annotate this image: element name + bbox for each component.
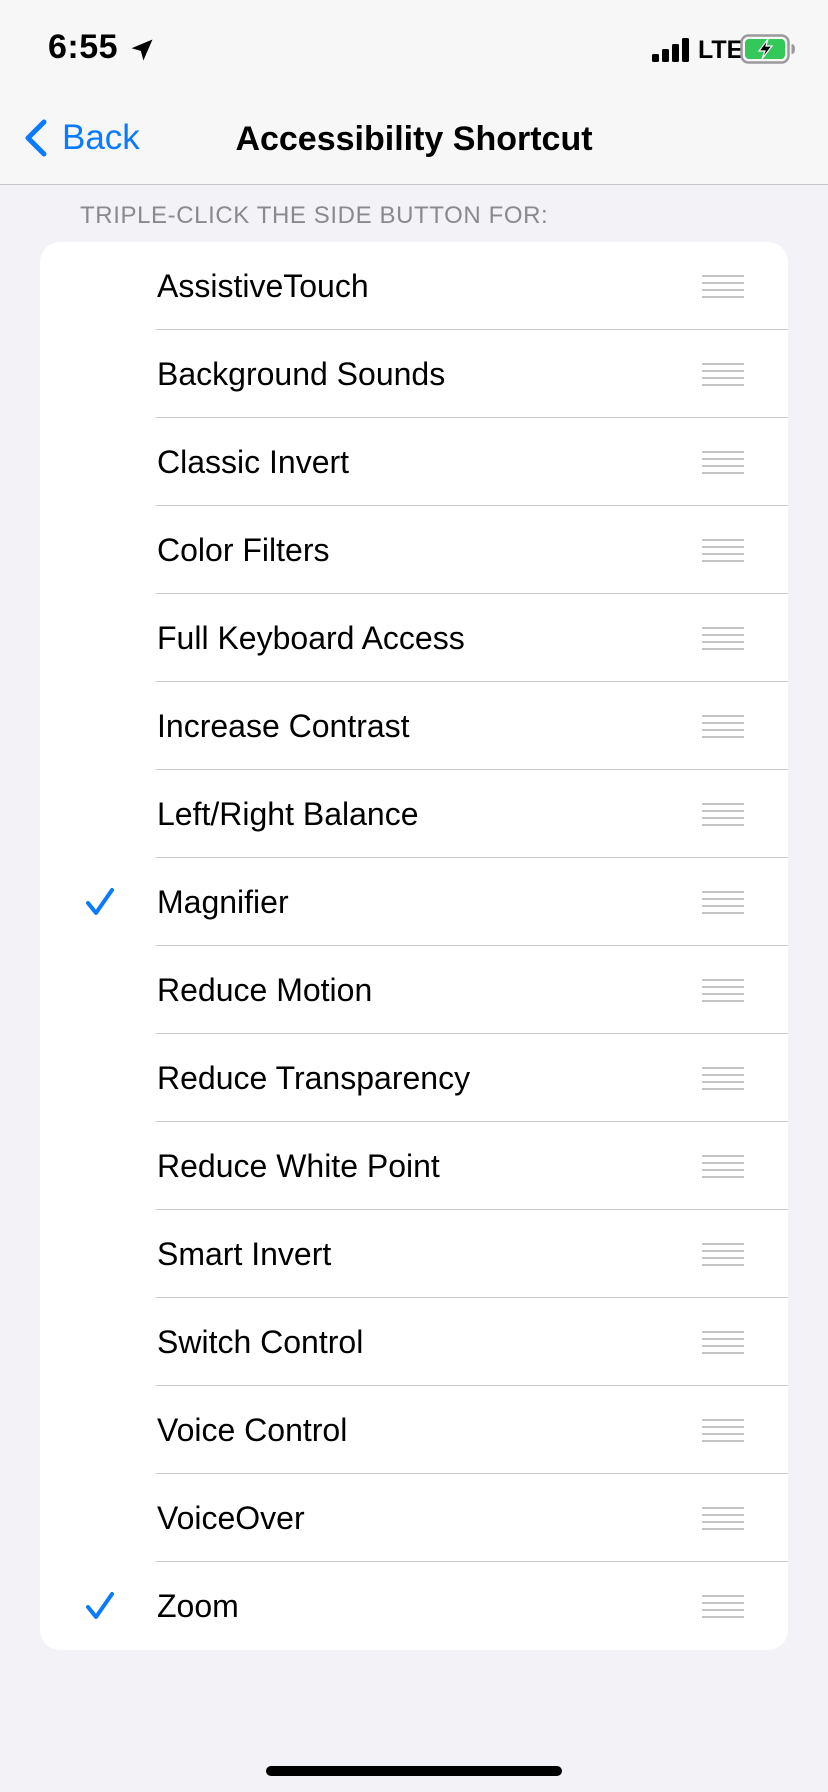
home-indicator[interactable] (266, 1766, 562, 1776)
shortcut-option-label: AssistiveTouch (157, 268, 369, 304)
section-header: TRIPLE-CLICK THE SIDE BUTTON FOR: (80, 202, 549, 229)
shortcut-option-row[interactable]: Voice Control (40, 1386, 788, 1474)
shortcut-option-row[interactable]: Classic Invert (40, 418, 788, 506)
shortcut-option-label: Background Sounds (157, 356, 446, 392)
shortcut-option-label: Increase Contrast (157, 708, 410, 744)
shortcut-option-row[interactable]: Reduce Transparency (40, 1034, 788, 1122)
shortcut-option-label: Classic Invert (157, 444, 350, 480)
drag-handle-icon[interactable] (702, 1418, 744, 1442)
drag-handle-icon[interactable] (702, 1066, 744, 1090)
checkmark-icon (86, 1592, 114, 1619)
shortcut-option-label: Reduce White Point (157, 1148, 440, 1184)
shortcut-option-row[interactable]: Smart Invert (40, 1210, 788, 1298)
battery-charging-icon (740, 34, 795, 64)
shortcut-option-row[interactable]: VoiceOver (40, 1474, 788, 1562)
shortcut-option-row[interactable]: Background Sounds (40, 330, 788, 418)
shortcut-option-row[interactable]: Zoom (40, 1562, 788, 1650)
drag-handle-icon[interactable] (702, 538, 744, 562)
shortcut-option-row[interactable]: Reduce Motion (40, 946, 788, 1034)
drag-handle-icon[interactable] (702, 1594, 744, 1618)
shortcut-option-label: Reduce Motion (157, 972, 373, 1008)
checkmark-icon (86, 888, 114, 915)
shortcut-option-row[interactable]: Switch Control (40, 1298, 788, 1386)
drag-handle-icon[interactable] (702, 626, 744, 650)
shortcut-option-label: Color Filters (157, 532, 330, 568)
status-bar: 6:55 LTE (0, 0, 828, 92)
drag-handle-icon[interactable] (702, 802, 744, 826)
shortcut-option-label: Switch Control (157, 1324, 364, 1360)
drag-handle-icon[interactable] (702, 362, 744, 386)
navigation-bar: Back Accessibility Shortcut (0, 92, 828, 185)
shortcut-option-row[interactable]: Reduce White Point (40, 1122, 788, 1210)
drag-handle-icon[interactable] (702, 890, 744, 914)
shortcut-option-label: Voice Control (157, 1412, 348, 1448)
shortcut-option-label: Reduce Transparency (157, 1060, 471, 1096)
shortcut-option-row[interactable]: AssistiveTouch (40, 242, 788, 330)
drag-handle-icon[interactable] (702, 450, 744, 474)
drag-handle-icon[interactable] (702, 274, 744, 298)
drag-handle-icon[interactable] (702, 978, 744, 1002)
page-title: Accessibility Shortcut (235, 120, 593, 158)
shortcut-option-label: Full Keyboard Access (157, 620, 465, 656)
drag-handle-icon[interactable] (702, 714, 744, 738)
shortcut-options-list: AssistiveTouch Background Sounds Classic I… (40, 242, 788, 1650)
shortcut-option-label: Zoom (157, 1588, 239, 1624)
drag-handle-icon[interactable] (702, 1154, 744, 1178)
drag-handle-icon[interactable] (702, 1330, 744, 1354)
cellular-signal-icon (652, 38, 689, 62)
drag-handle-icon[interactable] (702, 1506, 744, 1530)
shortcut-option-row[interactable]: Color Filters (40, 506, 788, 594)
shortcut-option-label: Left/Right Balance (157, 796, 419, 832)
shortcut-option-row[interactable]: Left/Right Balance (40, 770, 788, 858)
location-arrow-icon (131, 39, 153, 61)
shortcut-option-row[interactable]: Magnifier (40, 858, 788, 946)
shortcut-option-row[interactable]: Increase Contrast (40, 682, 788, 770)
drag-handle-icon[interactable] (702, 1242, 744, 1266)
shortcut-option-label: Smart Invert (157, 1236, 332, 1272)
shortcut-option-row[interactable]: Full Keyboard Access (40, 594, 788, 682)
shortcut-option-label: VoiceOver (157, 1500, 305, 1536)
network-type-label: LTE (698, 36, 744, 64)
status-time: 6:55 (48, 28, 119, 66)
shortcut-option-label: Magnifier (157, 884, 289, 920)
